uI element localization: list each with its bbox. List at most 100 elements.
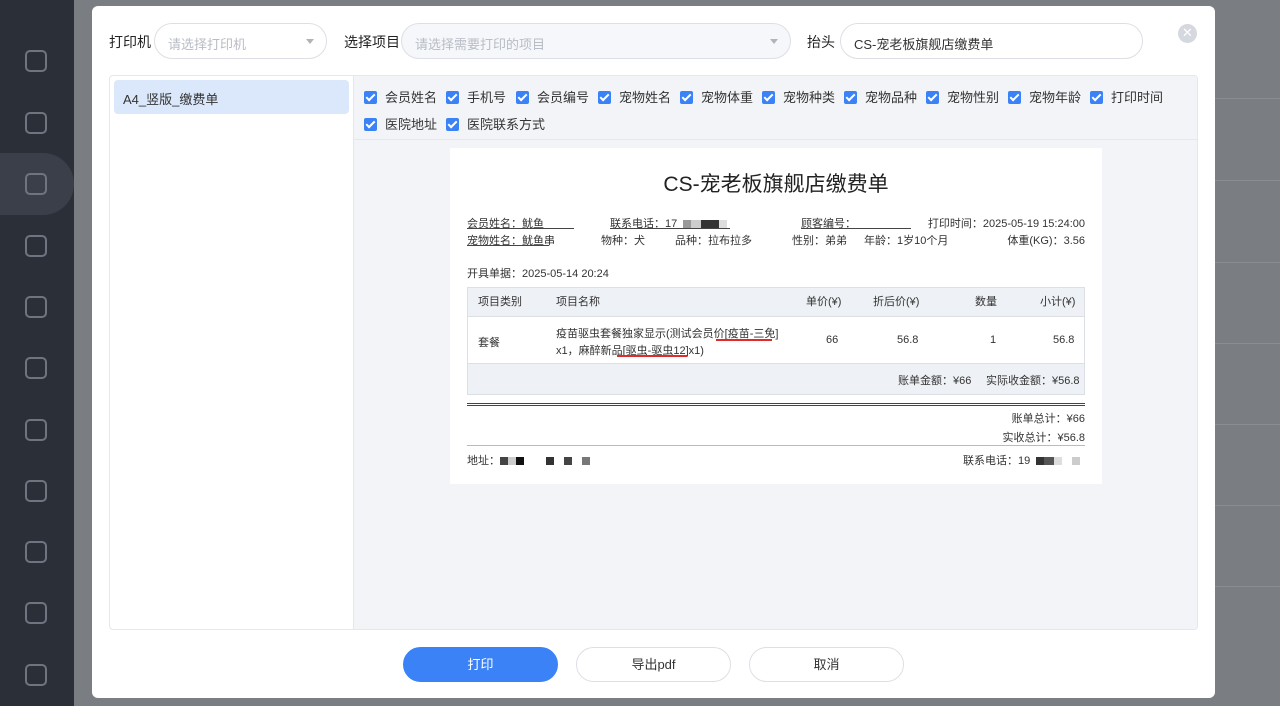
- actual-total: 实收总计：¥56.8: [1002, 432, 1085, 444]
- field-checkbox-group: 会员姓名 手机号 会员编号 宠物姓名 宠物体重 宠物种类 宠物品种 宠物性别 宠…: [354, 76, 1197, 140]
- checkbox-checked-icon: [1090, 91, 1103, 104]
- receipt-species: 物种：犬: [601, 235, 645, 247]
- checkbox-checked-icon: [364, 118, 377, 131]
- bg-divider: [1215, 98, 1280, 99]
- field-checkbox-member-no[interactable]: 会员编号: [516, 87, 589, 105]
- field-label: 医院地址: [385, 117, 438, 132]
- redaction-block: [1072, 457, 1081, 465]
- field-checkbox-pet-name[interactable]: 宠物姓名: [598, 87, 671, 105]
- redaction-block: [719, 220, 728, 228]
- bg-divider: [1215, 424, 1280, 425]
- receipt-issue-date: 开具单据：2025-05-14 20:24: [467, 268, 609, 280]
- checkbox-checked-icon: [446, 118, 459, 131]
- redaction-block: [1054, 457, 1063, 465]
- field-checkbox-pet-age[interactable]: 宠物年龄: [1008, 87, 1081, 105]
- table-header-cell: 数量: [975, 296, 997, 308]
- cancel-button[interactable]: 取消: [749, 647, 904, 682]
- receipt-weight: 体重(KG)：3.56: [1007, 235, 1085, 247]
- export-pdf-button[interactable]: 导出pdf: [576, 647, 731, 682]
- table-header-cell: 小计(¥): [1040, 296, 1076, 308]
- field-checkbox-pet-species[interactable]: 宠物种类: [762, 87, 835, 105]
- redaction-block: [582, 457, 590, 465]
- app-sidebar: [0, 0, 74, 706]
- redaction-block: [546, 457, 554, 465]
- header-input-value: CS-宠老板旗舰店缴费单: [854, 37, 994, 52]
- trend-chart-icon[interactable]: [25, 541, 47, 563]
- smile-icon[interactable]: [25, 602, 47, 624]
- header-input[interactable]: CS-宠老板旗舰店缴费单: [840, 23, 1143, 59]
- table-cell-subtotal: 56.8: [1053, 334, 1075, 346]
- checkbox-checked-icon: [680, 91, 693, 104]
- field-label: 宠物体重: [701, 90, 754, 105]
- bg-divider: [1215, 505, 1280, 506]
- template-item[interactable]: A4_竖版_缴费单: [114, 80, 349, 114]
- receipt-hospital-phone: 联系电话：19: [963, 452, 1081, 468]
- checkbox-checked-icon: [598, 91, 611, 104]
- bg-divider: [1215, 262, 1280, 263]
- bill-amount: 账单金额：¥66: [898, 375, 972, 387]
- print-content: A4_竖版_缴费单 会员姓名 手机号 会员编号 宠物姓名 宠物体重 宠物种类 宠…: [109, 75, 1198, 630]
- field-label: 宠物性别: [947, 90, 1000, 105]
- bag-icon[interactable]: [25, 296, 47, 318]
- table-header-cell: 折后价(¥): [873, 296, 920, 308]
- receipt-address-text: 地址：: [467, 455, 500, 467]
- bg-divider: [1215, 343, 1280, 344]
- print-toolbar: 打印机 请选择打印机 选择项目 请选择需要打印的项目 抬头 CS-宠老板旗舰店缴…: [109, 23, 1179, 59]
- field-label: 会员姓名: [385, 90, 438, 105]
- redaction-block: [500, 457, 508, 465]
- archive-icon[interactable]: [25, 357, 47, 379]
- receipt-hospital-phone-text: 联系电话：19: [963, 455, 1031, 467]
- edit-icon[interactable]: [25, 112, 47, 134]
- medical-kit-icon[interactable]: [25, 235, 47, 257]
- checkbox-checked-icon: [926, 91, 939, 104]
- pet-icon[interactable]: [25, 419, 47, 441]
- actual-amount: 实际收金额：¥56.8: [986, 375, 1080, 387]
- monitor-icon[interactable]: [25, 50, 47, 72]
- printer-label: 打印机: [109, 34, 151, 50]
- field-checkbox-print-time[interactable]: 打印时间: [1090, 87, 1163, 105]
- printer-placeholder: 请选择打印机: [168, 37, 247, 52]
- table-header-cell: 项目名称: [556, 296, 600, 308]
- checkbox-checked-icon: [364, 91, 377, 104]
- field-checkbox-hospital-address[interactable]: 医院地址: [364, 114, 437, 132]
- divider: [467, 445, 1085, 446]
- template-item-label: A4_竖版_缴费单: [123, 92, 219, 107]
- table-cell-discount-price: 56.8: [897, 334, 919, 346]
- underline: [610, 228, 730, 229]
- box-icon[interactable]: [25, 664, 47, 686]
- template-list: A4_竖版_缴费单: [110, 76, 354, 629]
- close-icon[interactable]: ✕: [1178, 24, 1197, 43]
- bg-divider: [1215, 586, 1280, 587]
- field-checkbox-hospital-contact[interactable]: 医院联系方式: [446, 114, 545, 132]
- field-label: 会员编号: [537, 90, 590, 105]
- receipt-print-time: 打印时间：2025-05-19 15:24:00: [927, 218, 1085, 230]
- redaction-block: [701, 220, 720, 228]
- project-select[interactable]: 请选择需要打印的项目: [401, 23, 791, 59]
- redaction-block: [508, 457, 516, 465]
- project-placeholder: 请选择需要打印的项目: [415, 37, 546, 52]
- bar-chart-icon[interactable]: [25, 480, 47, 502]
- home-icon[interactable]: [25, 173, 47, 195]
- table-cell-qty: 1: [990, 334, 997, 346]
- table-header-cell: 单价(¥): [806, 296, 842, 308]
- field-checkbox-pet-gender[interactable]: 宠物性别: [926, 87, 999, 105]
- field-checkbox-pet-breed[interactable]: 宠物品种: [844, 87, 917, 105]
- receipt-address: 地址：: [467, 452, 590, 468]
- print-dialog: 打印机 请选择打印机 选择项目 请选择需要打印的项目 抬头 CS-宠老板旗舰店缴…: [92, 6, 1215, 698]
- checkbox-checked-icon: [516, 91, 529, 104]
- underline: [801, 228, 911, 229]
- printer-select[interactable]: 请选择打印机: [154, 23, 327, 59]
- print-button[interactable]: 打印: [403, 647, 558, 682]
- header-label: 抬头: [807, 34, 835, 50]
- field-checkbox-phone[interactable]: 手机号: [446, 87, 506, 105]
- field-label: 医院联系方式: [467, 117, 546, 132]
- redaction-block: [691, 220, 702, 228]
- redaction-block: [564, 457, 572, 465]
- field-checkbox-pet-weight[interactable]: 宠物体重: [680, 87, 753, 105]
- chevron-down-icon: [770, 39, 778, 44]
- project-label: 选择项目: [344, 34, 400, 50]
- redaction-block: [1036, 457, 1045, 465]
- field-checkbox-member-name[interactable]: 会员姓名: [364, 87, 437, 105]
- red-underline-annotation: [716, 339, 772, 341]
- underline: [467, 228, 574, 229]
